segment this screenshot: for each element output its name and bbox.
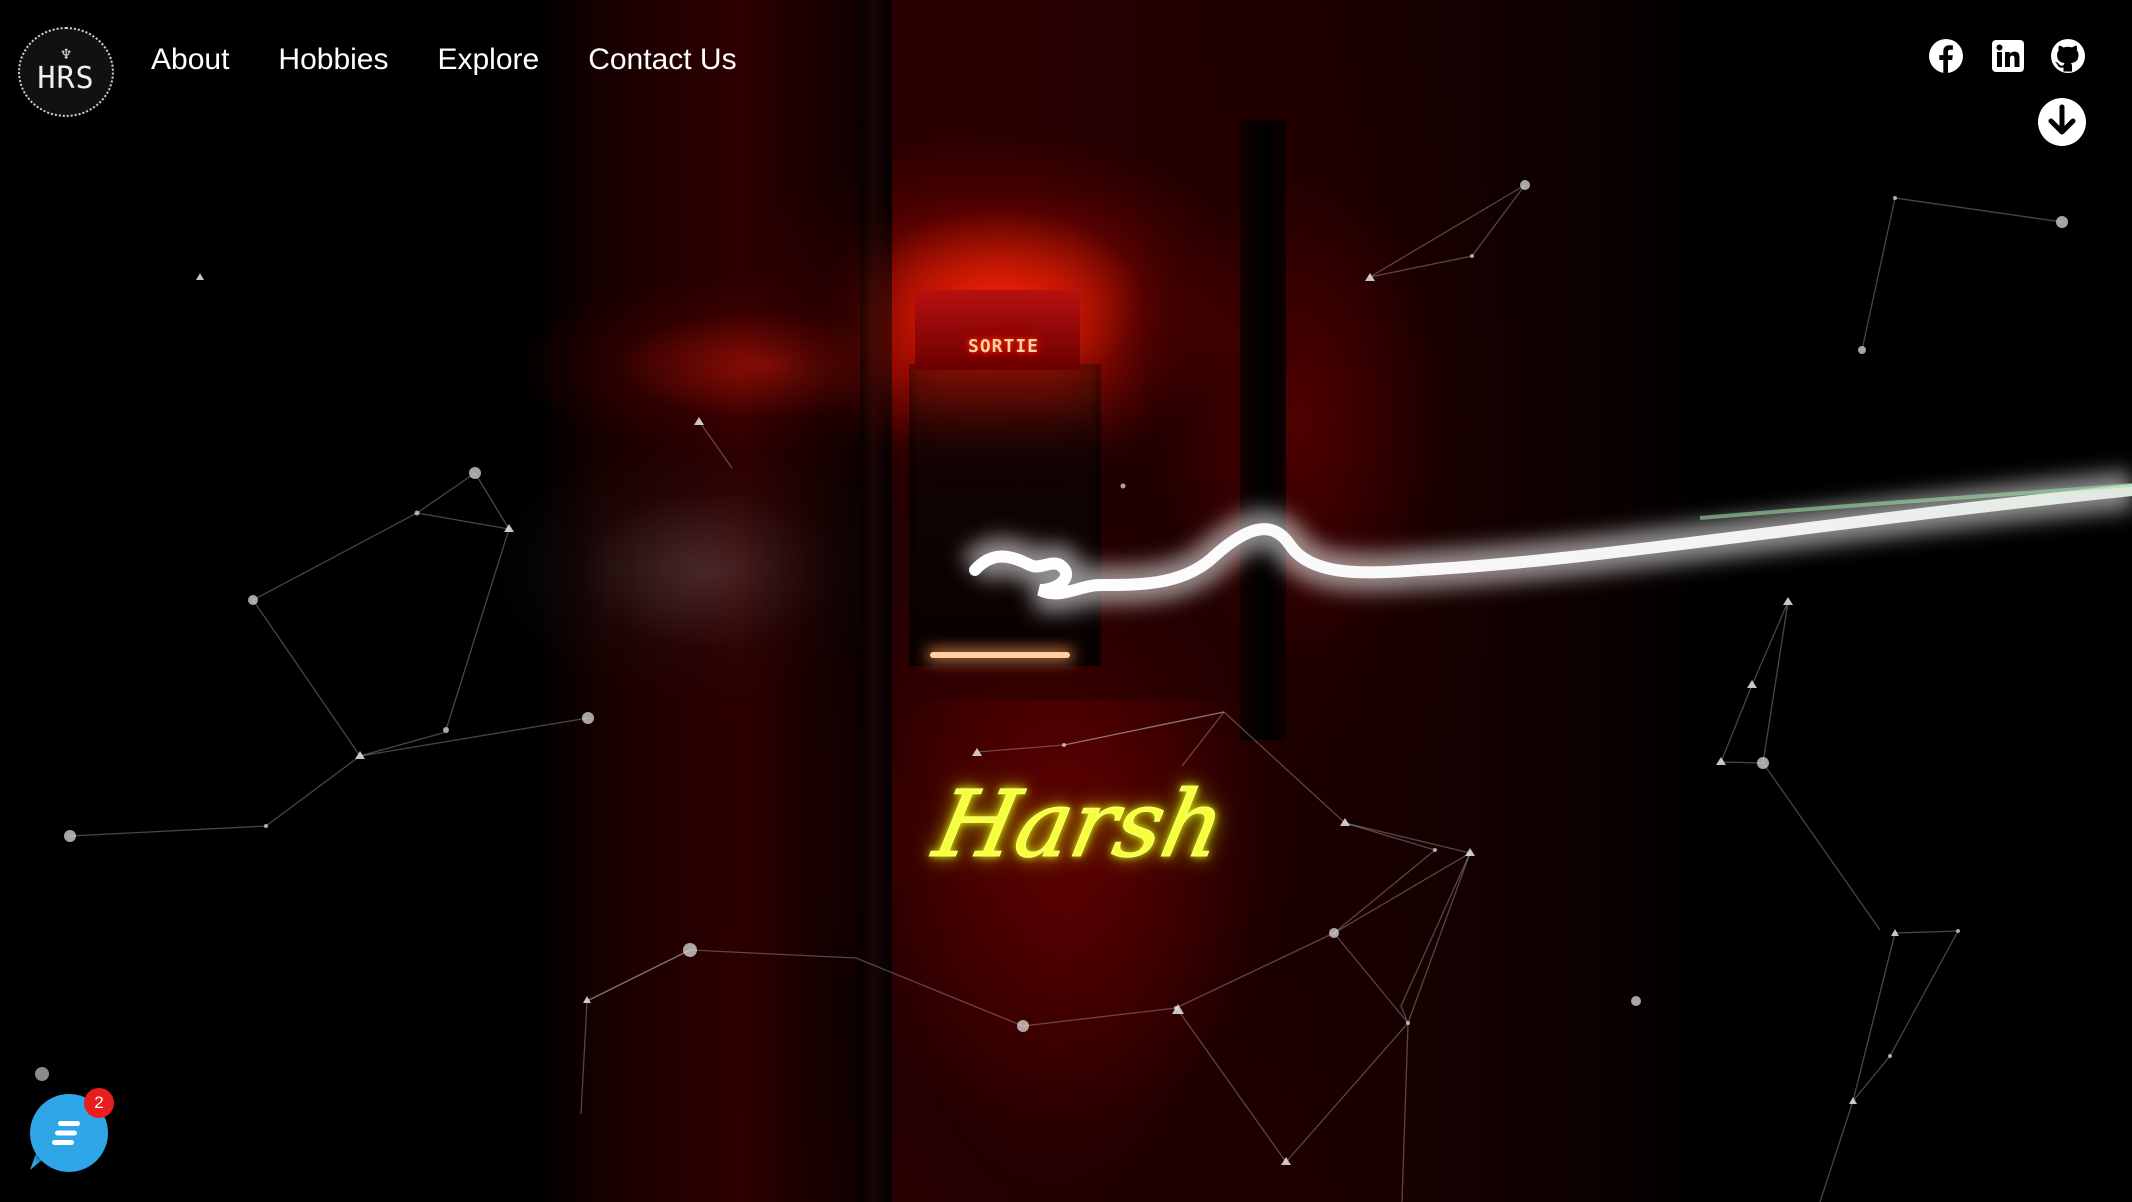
github-icon[interactable] (2050, 38, 2086, 74)
hero-name-title: Harsh (925, 771, 1235, 879)
nav-link-contact-us[interactable]: Contact Us (588, 40, 736, 80)
scroll-down-arrow-icon[interactable] (2037, 97, 2087, 147)
chat-menu-icon (52, 1121, 80, 1145)
nav-link-hobbies[interactable]: Hobbies (278, 40, 388, 80)
main-nav: About Hobbies Explore Contact Us (151, 40, 737, 80)
logo-emblem-icon: ♆ (59, 47, 73, 63)
chat-notification-badge: 2 (84, 1088, 114, 1118)
particle-network (64, 180, 2068, 1202)
logo-text: HRS (37, 61, 95, 96)
particle-dot (35, 1067, 49, 1081)
facebook-icon[interactable] (1928, 38, 1964, 74)
hero-section: SORTIE ♆ HRS About Hobbies Explore Conta… (0, 0, 2132, 1202)
nav-link-explore[interactable]: Explore (437, 40, 539, 80)
linkedin-icon[interactable] (1990, 38, 2026, 74)
site-logo[interactable]: ♆ HRS (18, 27, 114, 117)
nav-link-about[interactable]: About (151, 40, 229, 80)
